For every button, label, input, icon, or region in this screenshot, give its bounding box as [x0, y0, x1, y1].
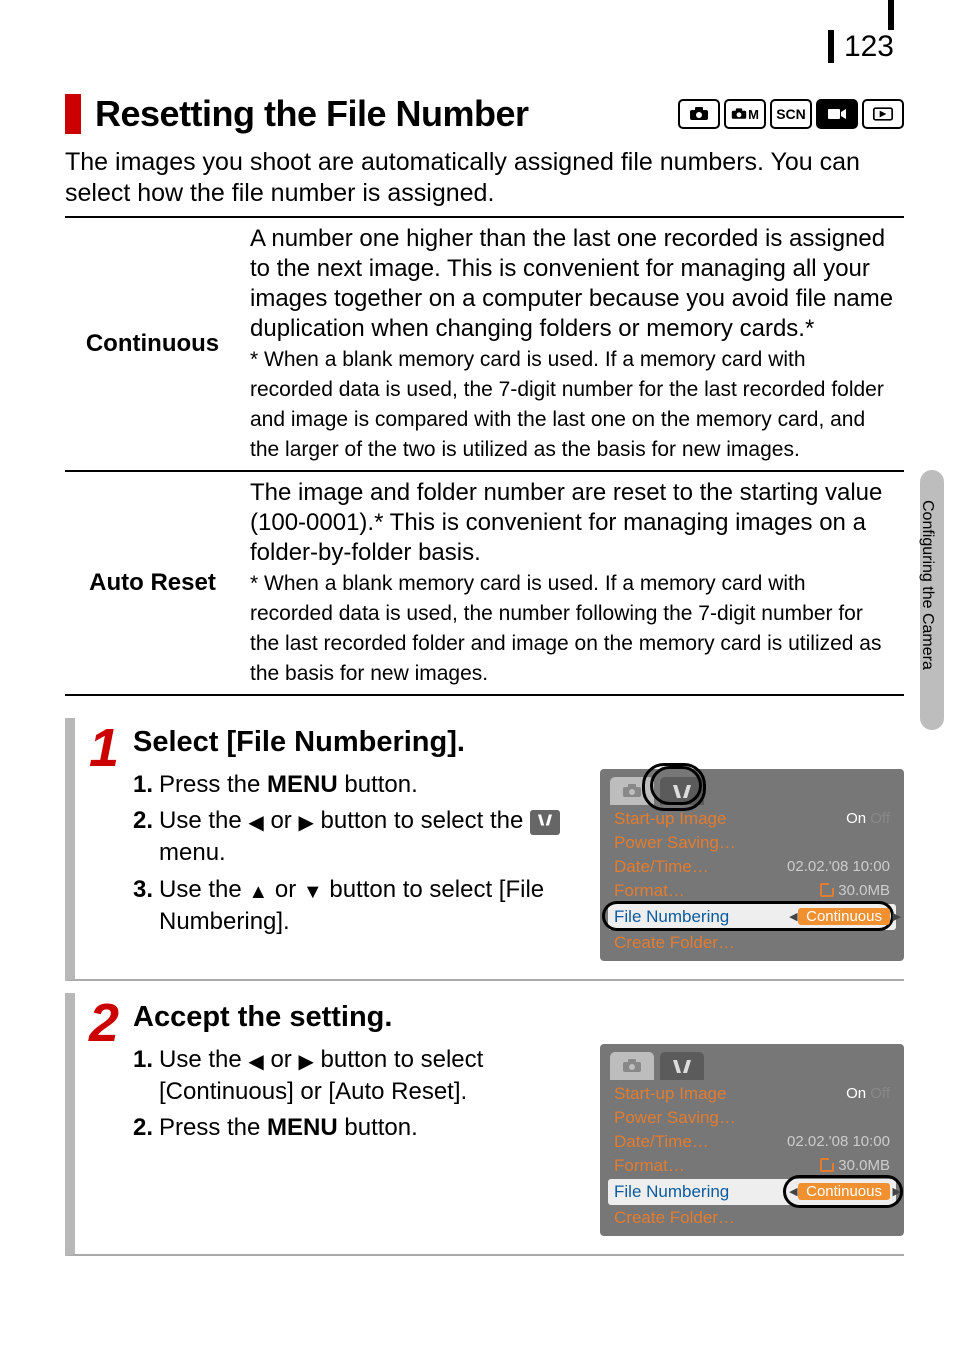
step1-title: Select [File Numbering].: [133, 726, 904, 759]
screen2-tab-tools-icon: [660, 1052, 704, 1080]
screen-mock-1: Start-up ImageOn Off Power Saving… Date/…: [600, 769, 904, 961]
option-autoreset-desc: The image and folder number are reset to…: [250, 479, 882, 566]
side-tab: Configuring the Camera: [920, 470, 950, 730]
options-table: Continuous A number one higher than the …: [65, 216, 904, 696]
option-continuous-desc: A number one higher than the last one re…: [250, 225, 893, 342]
mode-scn-icon: SCN: [770, 99, 812, 129]
screen-mock-2: Start-up ImageOn Off Power Saving… Date/…: [600, 1044, 904, 1236]
option-autoreset-label: Auto Reset: [65, 471, 240, 695]
screen2-tab-camera-icon: [610, 1052, 654, 1080]
mode-icons: M SCN: [678, 99, 904, 129]
mode-playback-icon: [862, 99, 904, 129]
option-continuous-note: * When a blank memory card is used. If a…: [250, 348, 884, 461]
section-bar: [65, 94, 81, 134]
option-autoreset-note: * When a blank memory card is used. If a…: [250, 572, 882, 685]
step2-title: Accept the setting.: [133, 1001, 904, 1034]
side-tab-label: Configuring the Camera: [918, 500, 936, 670]
step2-number: 2: [75, 999, 119, 1236]
mode-camera-auto-icon: [678, 99, 720, 129]
mode-camera-manual-icon: M: [724, 99, 766, 129]
section-title: Resetting the File Number: [95, 93, 678, 135]
step1-number: 1: [75, 724, 119, 961]
intro-text: The images you shoot are automatically a…: [65, 147, 904, 210]
step1-instructions: 1.Press the MENU button.2.Use the ◀ or ▶…: [133, 769, 586, 943]
page-number: 123: [828, 30, 894, 63]
step2-instructions: 1.Use the ◀ or ▶ button to select [Conti…: [133, 1044, 586, 1149]
option-continuous-label: Continuous: [65, 217, 240, 471]
screen-tab-camera-icon: [610, 777, 654, 805]
crop-marker: [888, 0, 894, 30]
mode-movie-icon: [816, 99, 858, 129]
